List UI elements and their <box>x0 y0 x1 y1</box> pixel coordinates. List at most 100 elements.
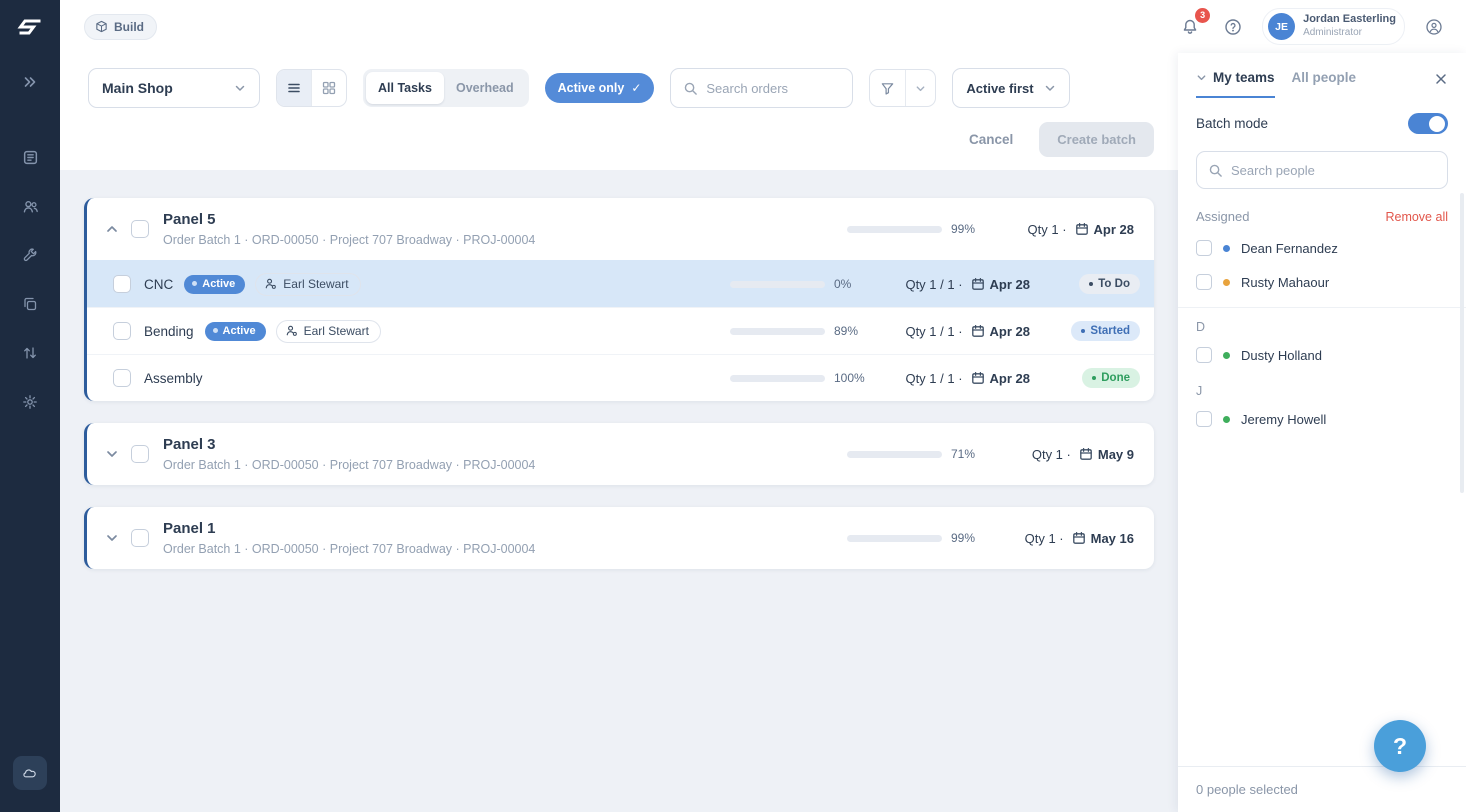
expand-chevron-icon[interactable] <box>99 441 125 467</box>
batch-mode-toggle[interactable] <box>1408 113 1448 134</box>
scrollbar[interactable] <box>1460 193 1464 493</box>
sort-select-value: Active first <box>966 80 1034 96</box>
assignee-chip[interactable]: Earl Stewart <box>255 272 361 296</box>
progress-label: 99% <box>951 222 976 236</box>
help-button[interactable]: ? <box>1374 720 1426 772</box>
panel-card-panel-3: Panel 3 Order Batch 1 · ORD-00050 · Proj… <box>84 423 1154 485</box>
calendar-icon <box>971 277 984 290</box>
tab-all-tasks[interactable]: All Tasks <box>366 72 444 104</box>
panel-checkbox[interactable] <box>131 529 149 547</box>
selection-count: 0 people selected <box>1178 766 1466 812</box>
qty-label: Qty 1 · <box>1027 221 1067 237</box>
task-row-bending[interactable]: Bending Active Earl Stewart 89% Qty 1 / … <box>87 307 1154 354</box>
list-view-button[interactable] <box>277 70 311 106</box>
users-icon[interactable] <box>12 188 48 224</box>
panel-title: Panel 1 <box>163 520 216 537</box>
task-name: Assembly <box>144 370 203 386</box>
create-batch-button[interactable]: Create batch <box>1039 122 1154 157</box>
orders-search[interactable] <box>670 68 854 108</box>
view-toggle <box>276 69 347 107</box>
board-icon[interactable] <box>12 139 48 175</box>
people-panel: My teams All people Batch mode Assigned … <box>1178 53 1466 812</box>
user-menu[interactable]: JE Jordan Easterling Administrator <box>1262 8 1405 45</box>
active-only-filter[interactable]: Active only ✓ <box>544 73 655 103</box>
person-row-dusty-holland[interactable]: Dusty Holland <box>1178 338 1466 372</box>
panel-title-block: Panel 5 Order Batch 1 · ORD-00050 · Proj… <box>163 211 535 247</box>
collapse-chevron-icon[interactable] <box>99 216 125 242</box>
people-search-input[interactable] <box>1231 162 1436 178</box>
help-menu-button[interactable] <box>1219 13 1247 41</box>
panel-card-panel-5: Panel 5 Order Batch 1 · ORD-00050 · Proj… <box>84 198 1154 401</box>
person-name: Jeremy Howell <box>1241 411 1327 427</box>
close-icon[interactable] <box>1434 70 1448 86</box>
task-row-cnc[interactable]: CNC Active Earl Stewart 0% Qty 1 / 1 · A… <box>87 260 1154 307</box>
panel-header[interactable]: Panel 5 Order Batch 1 · ORD-00050 · Proj… <box>87 198 1154 260</box>
chevron-down-icon <box>1197 75 1206 81</box>
chevron-down-icon <box>1045 85 1054 91</box>
assignee-icon <box>286 325 297 336</box>
gear-icon[interactable] <box>12 384 48 420</box>
wrench-icon[interactable] <box>12 237 48 273</box>
task-checkbox[interactable] <box>113 369 131 387</box>
build-label: Build <box>114 19 144 34</box>
people-panel-tabs: My teams All people <box>1178 53 1466 98</box>
copy-icon[interactable] <box>12 286 48 322</box>
tab-my-teams[interactable]: My teams <box>1196 70 1275 98</box>
status-badge: Done <box>1082 368 1140 388</box>
assignee-chip[interactable]: Earl Stewart <box>275 319 381 343</box>
account-icon[interactable] <box>1420 13 1448 41</box>
shop-select-value: Main Shop <box>102 80 173 96</box>
calendar-icon <box>1080 447 1092 460</box>
search-icon <box>685 82 698 95</box>
double-chevron-right-icon[interactable] <box>12 64 48 100</box>
sort-select[interactable]: Active first <box>952 68 1070 108</box>
calendar-icon <box>971 324 984 337</box>
workspace-badge-icon[interactable] <box>13 756 47 790</box>
person-checkbox[interactable] <box>1196 240 1212 256</box>
task-row-assembly[interactable]: Assembly 100% Qty 1 / 1 · Apr 28 Done <box>87 354 1154 401</box>
person-row-dean-fernandez[interactable]: Dean Fernandez <box>1178 231 1466 265</box>
person-row-rusty-mahaour[interactable]: Rusty Mahaour <box>1178 265 1466 299</box>
grid-view-button[interactable] <box>312 70 346 106</box>
build-button[interactable]: Build <box>84 13 157 40</box>
toolbar-section: Main Shop All Tasks Overhead Active only… <box>60 53 1178 170</box>
person-checkbox[interactable] <box>1196 411 1212 427</box>
app-logo[interactable] <box>14 14 46 46</box>
task-qty-date: Qty 1 / 1 · Apr 28 <box>905 323 1030 339</box>
panel-subtitle: Order Batch 1 · ORD-00050 · Project 707 … <box>163 542 536 556</box>
person-checkbox[interactable] <box>1196 274 1212 290</box>
panel-checkbox[interactable] <box>131 220 149 238</box>
remove-all-link[interactable]: Remove all <box>1385 210 1448 224</box>
tab-all-people[interactable]: All people <box>1292 70 1357 96</box>
tab-overhead[interactable]: Overhead <box>444 72 526 104</box>
assigned-section-header: Assigned Remove all <box>1178 189 1466 231</box>
due-date: Apr 28 <box>1093 221 1134 237</box>
batch-mode-label: Batch mode <box>1196 116 1269 131</box>
cancel-button[interactable]: Cancel <box>969 132 1013 147</box>
filter-dropdown-button[interactable] <box>906 70 935 106</box>
status-dot <box>1223 415 1230 423</box>
task-checkbox[interactable] <box>113 322 131 340</box>
expand-chevron-icon[interactable] <box>99 525 125 551</box>
app-sidebar <box>0 0 60 812</box>
sort-arrows-icon[interactable] <box>12 335 48 371</box>
person-row-jeremy-howell[interactable]: Jeremy Howell <box>1178 402 1466 436</box>
panel-title-block: Panel 3 Order Batch 1 · ORD-00050 · Proj… <box>163 436 535 472</box>
orders-search-input[interactable] <box>706 80 841 96</box>
panel-checkbox[interactable] <box>131 445 149 463</box>
notifications-button[interactable]: 3 <box>1176 7 1211 41</box>
task-checkbox[interactable] <box>113 275 131 293</box>
task-name: Bending <box>144 323 194 339</box>
filter-button[interactable] <box>870 70 905 106</box>
chevron-down-icon <box>235 85 245 91</box>
panel-header[interactable]: Panel 1 Order Batch 1 · ORD-00050 · Proj… <box>87 507 1154 569</box>
panel-progress: 71% <box>847 447 997 461</box>
panel-header[interactable]: Panel 3 Order Batch 1 · ORD-00050 · Proj… <box>87 423 1154 485</box>
shop-select[interactable]: Main Shop <box>88 68 260 108</box>
person-name: Rusty Mahaour <box>1241 274 1330 290</box>
panel-progress: 99% <box>847 222 997 236</box>
person-checkbox[interactable] <box>1196 347 1212 363</box>
people-search[interactable] <box>1196 151 1448 189</box>
status-dot <box>1223 278 1230 286</box>
notification-count-badge: 3 <box>1195 7 1211 23</box>
